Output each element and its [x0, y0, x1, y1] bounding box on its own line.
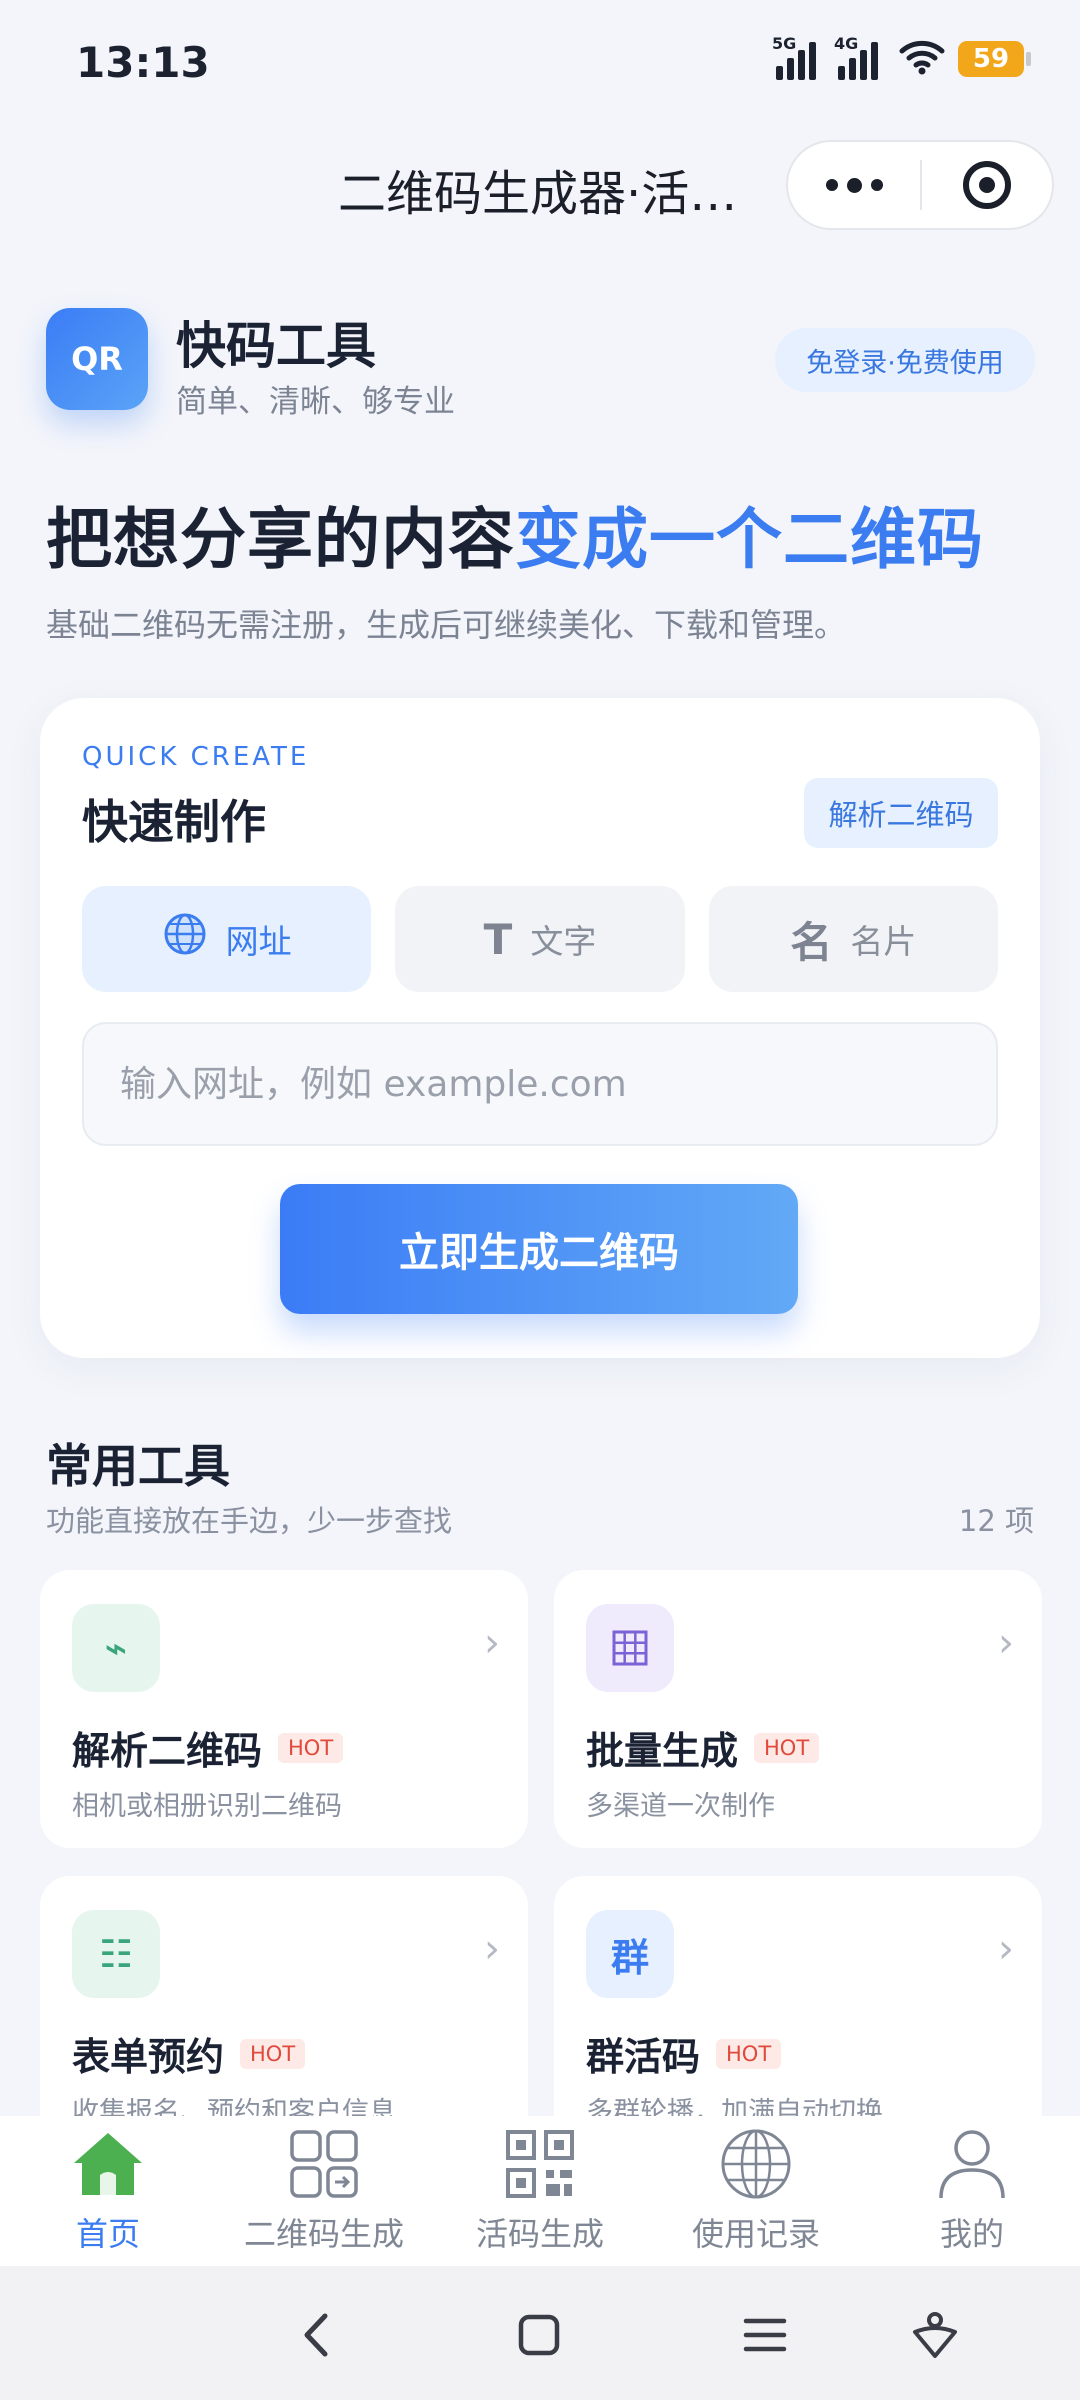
brand-logo: QR [46, 308, 148, 410]
card-icon: 名 [790, 917, 833, 967]
home-button-icon[interactable] [504, 2300, 574, 2370]
text-icon: T [483, 914, 513, 964]
qr-code-icon [500, 2127, 580, 2201]
tool-name: 表单预约 [72, 2035, 225, 2079]
scan-icon: ⌁ [72, 1604, 160, 1692]
parse-qr-button[interactable]: 解析二维码 [804, 778, 998, 848]
form-icon: ☷ [72, 1910, 160, 1998]
quick-create-card: QUICK CREATE 快速制作 解析二维码 网址 T 文字 名 名片 立即生… [40, 698, 1040, 1358]
group-icon: 群 [586, 1910, 674, 1998]
tools-section-title: 常用工具 [46, 1439, 230, 1493]
tool-name: 解析二维码 [72, 1729, 263, 1773]
chevron-right-icon: › [998, 1620, 1014, 1666]
tool-card-batch-generate[interactable]: › 批量生成 HOT 多渠道一次制作 [554, 1570, 1042, 1848]
signal-4g-icon: 4G [834, 34, 886, 80]
capsule-menu [786, 140, 1054, 230]
quick-create-label: QUICK CREATE [82, 742, 310, 772]
chevron-right-icon: › [484, 1926, 500, 1972]
tools-count: 12 项 [958, 1504, 1034, 1538]
system-nav-bar [0, 2266, 1080, 2400]
grid-icon [586, 1604, 674, 1692]
recents-icon[interactable] [730, 2300, 800, 2370]
url-input[interactable] [82, 1022, 998, 1146]
globe-icon [162, 911, 208, 967]
hot-badge: HOT [240, 2038, 306, 2069]
home-icon [68, 2127, 148, 2201]
bottom-tab-bar: 首页 二维码生成 活码生成 使用记录 我的 [0, 2116, 1080, 2266]
tool-name: 群活码 [586, 2035, 701, 2079]
tool-desc: 相机或相册识别二维码 [72, 1791, 342, 1822]
generate-qr-button[interactable]: 立即生成二维码 [280, 1184, 798, 1314]
tab-card[interactable]: 名 名片 [708, 886, 998, 992]
status-bar: 13:13 5G 4G 59 [0, 0, 1080, 120]
content-type-tabs: 网址 T 文字 名 名片 [82, 886, 998, 992]
tool-card-parse-qr[interactable]: ⌁ › 解析二维码 HOT 相机或相册识别二维码 [40, 1570, 528, 1848]
brand-name: 快码工具 [176, 317, 376, 375]
more-options-button[interactable] [788, 142, 920, 228]
status-icons: 5G 4G 59 [772, 34, 1031, 82]
user-icon [932, 2127, 1012, 2201]
page-title: 二维码生成器·活码生成 [338, 166, 748, 222]
globe-icon [716, 2127, 796, 2201]
tool-card-group-code[interactable]: 群 › 群活码 HOT 多群轮播，加满自动切换 [554, 1876, 1042, 2154]
tab-dynamic-qr[interactable]: 活码生成 [432, 2127, 648, 2255]
headline-highlight: 变成一个二维码 [515, 501, 984, 578]
chevron-right-icon: › [998, 1926, 1014, 1972]
headline-subtitle: 基础二维码无需注册，生成后可继续美化、下载和管理。 [46, 606, 847, 644]
hot-badge: HOT [754, 1732, 820, 1763]
brand-slogan: 简单、清晰、够专业 [176, 384, 455, 420]
tool-card-form-booking[interactable]: ☷ › 表单预约 HOT 收集报名、预约和客户信息 [40, 1876, 528, 2154]
headline: 把想分享的内容变成一个二维码 [46, 501, 984, 578]
quick-create-title: 快速制作 [82, 795, 266, 849]
tab-text[interactable]: T 文字 [395, 886, 685, 992]
free-badge: 免登录·免费使用 [775, 328, 1035, 392]
tool-name: 批量生成 [586, 1729, 739, 1773]
tab-home[interactable]: 首页 [0, 2127, 216, 2255]
close-miniprogram-button[interactable] [922, 142, 1052, 228]
wifi-icon [898, 37, 946, 81]
chevron-right-icon: › [484, 1620, 500, 1666]
tools-section-subtitle: 功能直接放在手边，少一步查找 [46, 1504, 453, 1538]
signal-5g-icon: 5G [772, 34, 824, 80]
tab-history[interactable]: 使用记录 [648, 2127, 864, 2255]
qr-generate-icon [284, 2127, 364, 2201]
assistant-icon[interactable] [900, 2300, 970, 2370]
tab-mine[interactable]: 我的 [864, 2127, 1080, 2255]
tab-qr-generate[interactable]: 二维码生成 [216, 2127, 432, 2255]
title-bar: 二维码生成器·活码生成 [0, 130, 1080, 240]
hot-badge: HOT [716, 2038, 782, 2069]
tab-url[interactable]: 网址 [82, 886, 372, 992]
tool-desc: 多渠道一次制作 [586, 1791, 775, 1822]
hot-badge: HOT [278, 1732, 344, 1763]
battery-icon: 59 [958, 41, 1031, 77]
status-time: 13:13 [76, 38, 210, 87]
back-icon[interactable] [280, 2300, 350, 2370]
